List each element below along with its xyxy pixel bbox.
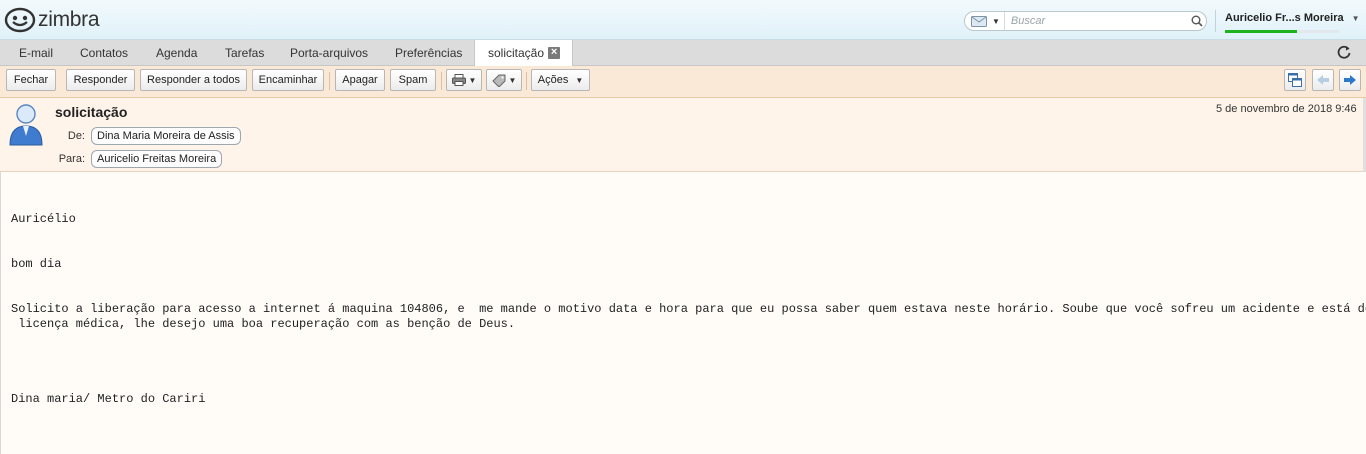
from-label: De:	[67, 130, 85, 142]
to-label: Para:	[58, 153, 85, 165]
quota-bar-used	[1225, 30, 1297, 33]
delete-button[interactable]: Apagar	[335, 69, 385, 91]
body-salutation: bom dia	[11, 257, 62, 271]
reply-button[interactable]: Responder	[66, 69, 135, 91]
header-divider	[1215, 10, 1216, 32]
next-message-button[interactable]	[1339, 69, 1361, 91]
body-signature: Dina maria/ Metro do Cariri	[11, 392, 206, 406]
recipient-chip[interactable]: Auricelio Freitas Moreira	[91, 150, 223, 168]
chevron-down-icon: ▼	[992, 16, 1000, 26]
body-greeting: Auricélio	[11, 212, 76, 226]
refresh-icon[interactable]	[1336, 44, 1352, 60]
printer-icon	[451, 74, 466, 86]
print-menu-button[interactable]: ▼	[446, 69, 482, 91]
close-icon[interactable]: ×	[548, 47, 561, 59]
arrow-left-icon	[1317, 75, 1329, 85]
zimbra-logo[interactable]: zimbra	[4, 6, 100, 34]
reply-all-button[interactable]: Responder a todos	[140, 69, 247, 91]
envelope-icon	[971, 15, 987, 27]
chevron-down-icon: ▼	[468, 75, 477, 85]
message-toolbar: Fechar Responder Responder a todos Encam…	[0, 66, 1366, 98]
top-header: zimbra ▼ Auricelio Fr...s Moreira ▼	[0, 0, 1366, 40]
zimbra-logo-icon	[4, 7, 36, 33]
spam-button[interactable]: Spam	[390, 69, 436, 91]
chevron-down-icon: ▼	[508, 75, 517, 85]
message-body: Auricélio bom dia Solicito a liberação p…	[0, 172, 1366, 454]
close-button[interactable]: Fechar	[6, 69, 56, 91]
app-tabs: E-mail Contatos Agenda Tarefas Porta-arq…	[0, 40, 1366, 66]
detach-window-button[interactable]	[1284, 69, 1306, 91]
user-name: Auricelio Fr...s Moreira	[1225, 12, 1344, 24]
body-paragraph-line-2: licença médica, lhe desejo uma boa recup…	[11, 317, 516, 331]
message-header: solicitação 5 de novembro de 2018 9:46 D…	[0, 98, 1366, 172]
tab-tasks[interactable]: Tarefas	[225, 46, 264, 60]
avatar-icon	[9, 104, 43, 146]
previous-message-button[interactable]	[1312, 69, 1334, 91]
search-button[interactable]	[1188, 15, 1206, 27]
actions-menu-button[interactable]: Ações ▼	[531, 69, 590, 91]
tag-menu-button[interactable]: ▼	[486, 69, 522, 91]
message-subject: solicitação	[55, 104, 128, 120]
toolbar-separator	[329, 72, 330, 90]
logo-text: zimbra	[38, 8, 100, 31]
actions-label: Ações	[537, 74, 569, 86]
toolbar-separator	[526, 72, 527, 90]
chevron-down-icon: ▼	[1351, 13, 1360, 23]
tab-contacts[interactable]: Contatos	[80, 46, 128, 60]
search-box: ▼	[964, 11, 1207, 31]
search-icon	[1191, 15, 1203, 27]
tag-icon	[491, 74, 506, 87]
message-date: 5 de novembro de 2018 9:46	[1216, 103, 1357, 115]
sender-chip[interactable]: Dina Maria Moreira de Assis	[91, 127, 241, 145]
search-type-picker[interactable]: ▼	[965, 12, 1005, 30]
tab-agenda[interactable]: Agenda	[156, 46, 197, 60]
quota-bar-free	[1297, 30, 1339, 33]
chevron-down-icon: ▼	[575, 75, 584, 85]
user-menu[interactable]: Auricelio Fr...s Moreira ▼	[1225, 12, 1360, 24]
tab-briefcase[interactable]: Porta-arquivos	[290, 46, 368, 60]
tab-preferences[interactable]: Preferências	[395, 46, 462, 60]
tab-message[interactable]: solicitação ×	[474, 40, 574, 66]
arrow-right-icon	[1344, 75, 1356, 85]
toolbar-separator	[441, 72, 442, 90]
body-paragraph-line-1: Solicito a liberação para acesso a inter…	[11, 302, 1366, 316]
new-window-icon	[1288, 73, 1302, 87]
tab-message-label: solicitação	[488, 46, 545, 60]
forward-button[interactable]: Encaminhar	[252, 69, 324, 91]
tab-email[interactable]: E-mail	[19, 46, 53, 60]
search-input[interactable]	[1004, 13, 1188, 29]
